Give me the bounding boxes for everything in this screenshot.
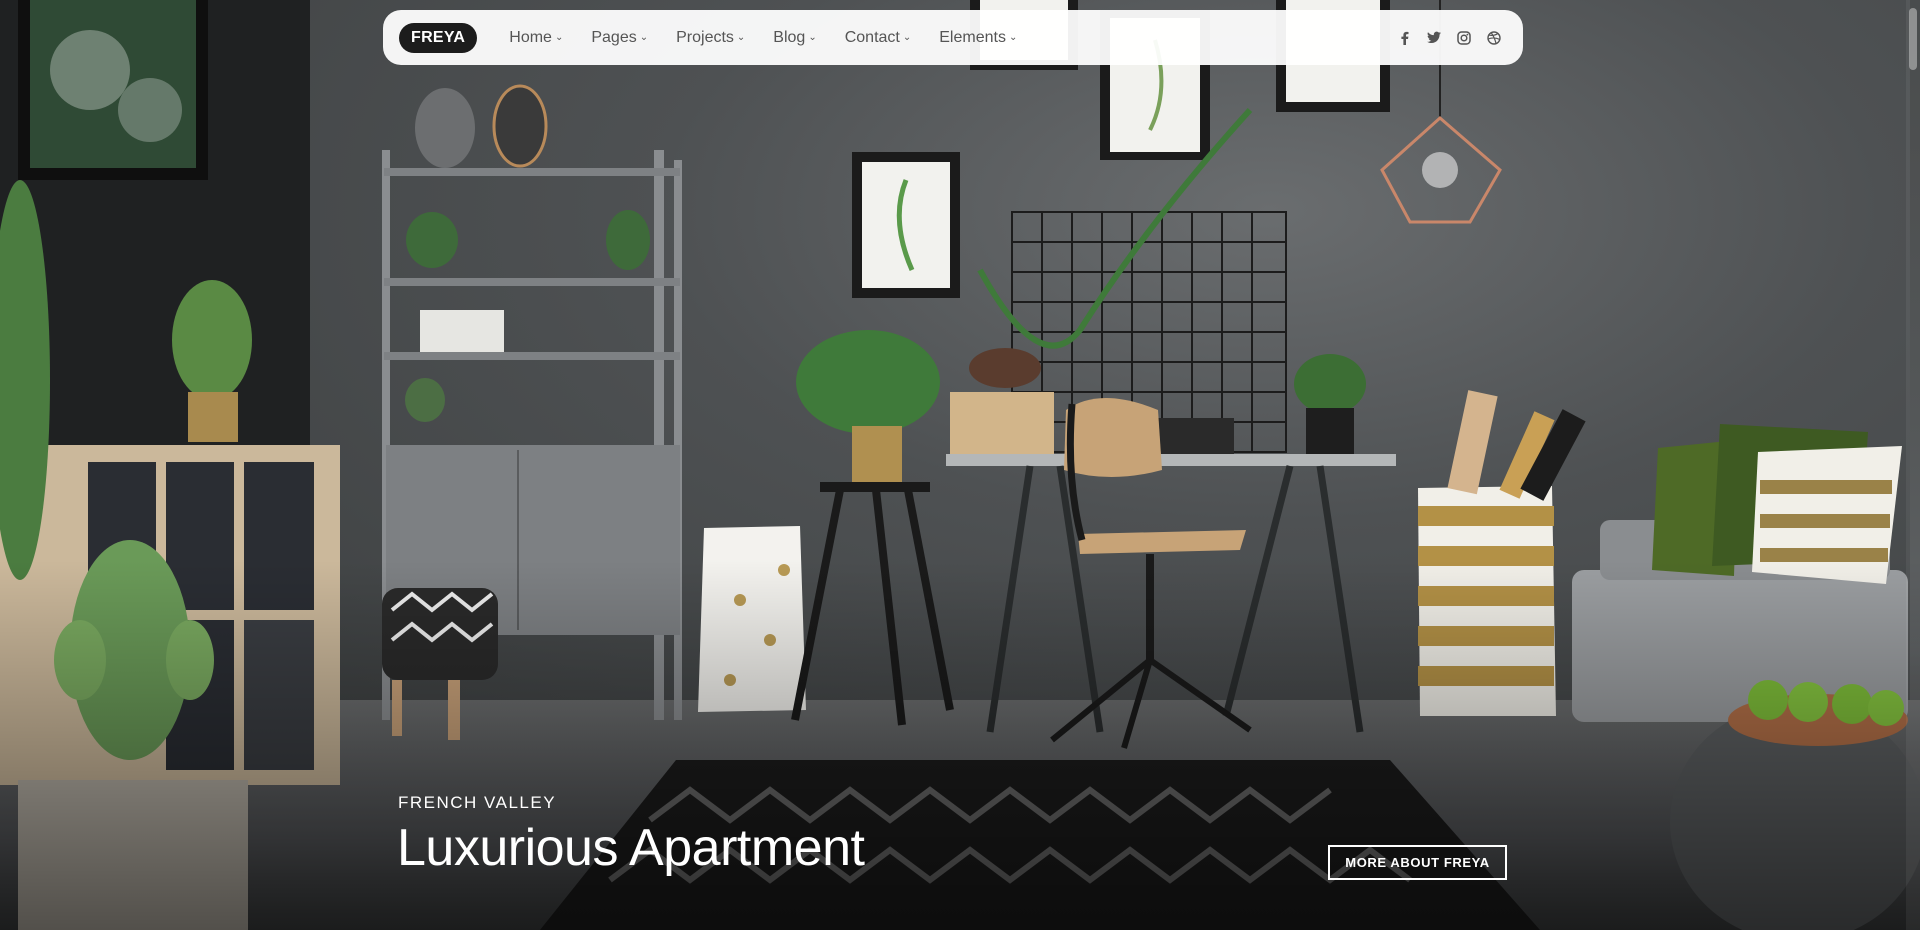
chevron-down-icon: ⌄ (1008, 32, 1018, 43)
dribbble-icon[interactable] (1487, 30, 1501, 45)
instagram-icon[interactable] (1457, 30, 1471, 45)
chevron-down-icon: ⌄ (808, 32, 817, 43)
bottom-gradient (0, 560, 1920, 930)
nav-item-label: Contact (844, 28, 900, 46)
typewriter (1150, 418, 1234, 454)
nav-item-blog[interactable]: Blog ⌄ (759, 29, 830, 47)
nav-item-home[interactable]: Home ⌄ (495, 29, 577, 47)
hero-title: Luxurious Apartment (397, 819, 865, 877)
brand-logo[interactable]: FREYA (399, 22, 478, 53)
hero-kicker: FRENCH VALLEY (398, 793, 557, 812)
chevron-down-icon: ⌄ (902, 32, 912, 43)
facebook-icon[interactable] (1397, 31, 1411, 45)
nav-item-projects[interactable]: Projects ⌄ (662, 29, 759, 47)
nav-item-label: Pages (591, 28, 637, 46)
main-navbar: FREYA Home ⌄ Pages ⌄ Projects ⌄ Blog ⌄ C… (383, 10, 1523, 65)
social-links (1397, 30, 1507, 45)
twitter-icon[interactable] (1427, 31, 1441, 45)
scrollbar-thumb[interactable] (1909, 8, 1917, 70)
nav-item-pages[interactable]: Pages ⌄ (577, 29, 662, 47)
nav-item-label: Home (509, 28, 552, 46)
chevron-down-icon: ⌄ (639, 32, 649, 43)
rotary-phone (969, 348, 1041, 388)
main-menu: Home ⌄ Pages ⌄ Projects ⌄ Blog ⌄ Contact… (495, 29, 1031, 47)
nav-item-label: Elements (939, 28, 1006, 46)
more-about-button[interactable]: MORE ABOUT FREYA (1328, 845, 1507, 880)
hero-background (0, 0, 1920, 930)
nav-item-contact[interactable]: Contact ⌄ (831, 29, 926, 47)
chevron-down-icon: ⌄ (736, 32, 746, 43)
chevron-down-icon: ⌄ (554, 32, 564, 43)
nav-item-elements[interactable]: Elements ⌄ (925, 29, 1031, 47)
nav-item-label: Blog (773, 28, 806, 46)
rosemary-plant (172, 280, 252, 400)
scrollbar-track[interactable] (1906, 0, 1920, 930)
nav-item-label: Projects (676, 28, 734, 46)
